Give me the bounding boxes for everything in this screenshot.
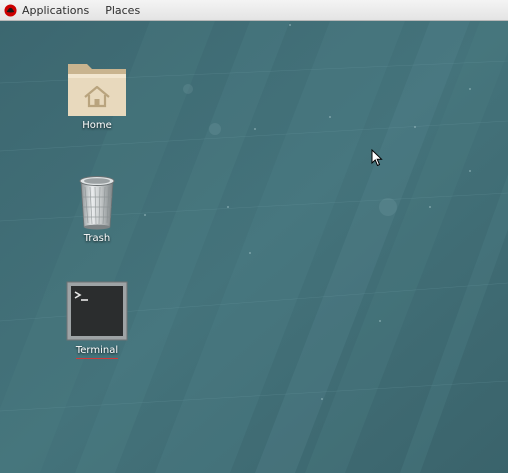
desktop-icon-terminal[interactable]: Terminal — [55, 279, 139, 359]
desktop-icon-trash-label: Trash — [83, 233, 111, 244]
redhat-logo-icon — [4, 3, 17, 17]
desktop-icon-trash[interactable]: Trash — [55, 167, 139, 244]
applications-menu-label: Applications — [22, 3, 90, 17]
terminal-icon — [66, 281, 128, 341]
desktop-icon-home[interactable]: Home — [55, 54, 139, 131]
places-menu[interactable]: Places — [97, 0, 140, 20]
top-bar: Applications Places — [0, 0, 508, 21]
trash-icon — [79, 176, 115, 230]
desktop-icon-home-label: Home — [82, 120, 112, 131]
desktop[interactable]: Home Trash Terminal — [0, 21, 508, 473]
home-folder-icon — [68, 64, 126, 116]
applications-menu[interactable]: Applications — [0, 0, 97, 20]
places-menu-label: Places — [105, 3, 141, 17]
mouse-pointer-icon — [371, 149, 383, 167]
desktop-icon-terminal-label: Terminal — [75, 345, 119, 359]
